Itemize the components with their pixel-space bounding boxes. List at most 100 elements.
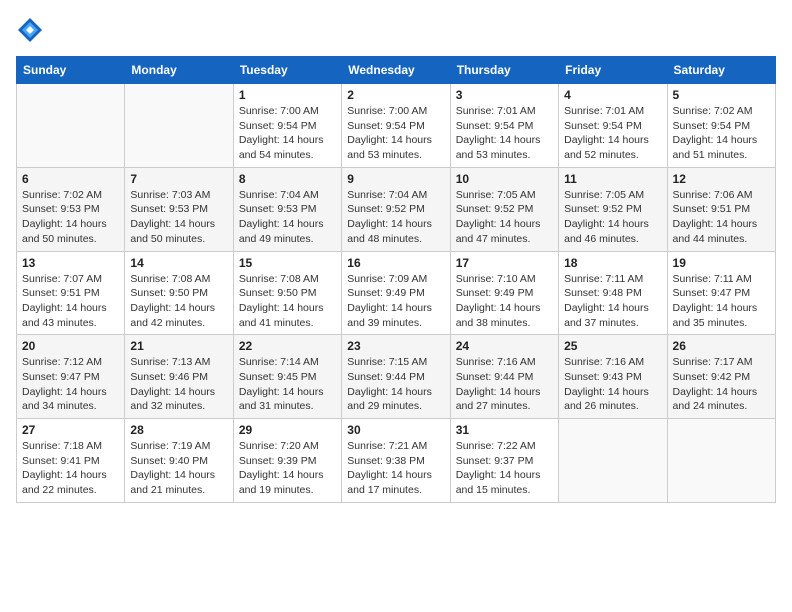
day-info: Sunrise: 7:03 AM Sunset: 9:53 PM Dayligh… [130,188,227,247]
day-info: Sunrise: 7:05 AM Sunset: 9:52 PM Dayligh… [456,188,553,247]
day-info: Sunrise: 7:09 AM Sunset: 9:49 PM Dayligh… [347,272,444,331]
day-number: 28 [130,423,227,437]
day-number: 6 [22,172,119,186]
col-header-tuesday: Tuesday [233,57,341,84]
day-info: Sunrise: 7:14 AM Sunset: 9:45 PM Dayligh… [239,355,336,414]
calendar-cell [125,84,233,168]
col-header-monday: Monday [125,57,233,84]
day-number: 12 [673,172,770,186]
day-number: 16 [347,256,444,270]
day-info: Sunrise: 7:00 AM Sunset: 9:54 PM Dayligh… [239,104,336,163]
day-info: Sunrise: 7:19 AM Sunset: 9:40 PM Dayligh… [130,439,227,498]
calendar-cell: 10 Sunrise: 7:05 AM Sunset: 9:52 PM Dayli… [450,167,558,251]
calendar-table: SundayMondayTuesdayWednesdayThursdayFrid… [16,56,776,503]
day-number: 18 [564,256,661,270]
calendar-week-5: 27 Sunrise: 7:18 AM Sunset: 9:41 PM Dayli… [17,419,776,503]
calendar-week-3: 13 Sunrise: 7:07 AM Sunset: 9:51 PM Dayli… [17,251,776,335]
col-header-saturday: Saturday [667,57,775,84]
day-info: Sunrise: 7:04 AM Sunset: 9:53 PM Dayligh… [239,188,336,247]
day-number: 11 [564,172,661,186]
day-info: Sunrise: 7:06 AM Sunset: 9:51 PM Dayligh… [673,188,770,247]
day-info: Sunrise: 7:02 AM Sunset: 9:53 PM Dayligh… [22,188,119,247]
calendar-week-4: 20Sunrise: 7:12 AM Sunset: 9:47 PM Dayli… [17,335,776,419]
day-info: Sunrise: 7:11 AM Sunset: 9:48 PM Dayligh… [564,272,661,331]
day-number: 10 [456,172,553,186]
day-info: Sunrise: 7:04 AM Sunset: 9:52 PM Dayligh… [347,188,444,247]
day-info: Sunrise: 7:07 AM Sunset: 9:51 PM Dayligh… [22,272,119,331]
calendar-cell: 12 Sunrise: 7:06 AM Sunset: 9:51 PM Dayli… [667,167,775,251]
day-info: Sunrise: 7:15 AM Sunset: 9:44 PM Dayligh… [347,355,444,414]
day-number: 26 [673,339,770,353]
col-header-thursday: Thursday [450,57,558,84]
day-number: 24 [456,339,553,353]
day-info: Sunrise: 7:08 AM Sunset: 9:50 PM Dayligh… [239,272,336,331]
day-number: 20 [22,339,119,353]
calendar-cell: 11 Sunrise: 7:05 AM Sunset: 9:52 PM Dayli… [559,167,667,251]
day-info: Sunrise: 7:17 AM Sunset: 9:42 PM Dayligh… [673,355,770,414]
day-info: Sunrise: 7:20 AM Sunset: 9:39 PM Dayligh… [239,439,336,498]
calendar-cell: 30 Sunrise: 7:21 AM Sunset: 9:38 PM Dayli… [342,419,450,503]
logo [16,16,46,44]
day-number: 3 [456,88,553,102]
calendar-cell: 17 Sunrise: 7:10 AM Sunset: 9:49 PM Dayli… [450,251,558,335]
calendar-cell: 21 Sunrise: 7:13 AM Sunset: 9:46 PM Dayli… [125,335,233,419]
col-header-sunday: Sunday [17,57,125,84]
day-info: Sunrise: 7:22 AM Sunset: 9:37 PM Dayligh… [456,439,553,498]
calendar-cell: 8 Sunrise: 7:04 AM Sunset: 9:53 PM Daylig… [233,167,341,251]
calendar-cell: 16 Sunrise: 7:09 AM Sunset: 9:49 PM Dayli… [342,251,450,335]
day-number: 15 [239,256,336,270]
calendar-cell: 24 Sunrise: 7:16 AM Sunset: 9:44 PM Dayli… [450,335,558,419]
day-number: 31 [456,423,553,437]
calendar-cell: 18 Sunrise: 7:11 AM Sunset: 9:48 PM Dayli… [559,251,667,335]
day-number: 8 [239,172,336,186]
calendar-cell: 5 Sunrise: 7:02 AM Sunset: 9:54 PM Daylig… [667,84,775,168]
calendar-cell: 28 Sunrise: 7:19 AM Sunset: 9:40 PM Dayli… [125,419,233,503]
col-header-wednesday: Wednesday [342,57,450,84]
calendar-cell: 22 Sunrise: 7:14 AM Sunset: 9:45 PM Dayli… [233,335,341,419]
calendar-cell: 3 Sunrise: 7:01 AM Sunset: 9:54 PM Daylig… [450,84,558,168]
day-info: Sunrise: 7:16 AM Sunset: 9:44 PM Dayligh… [456,355,553,414]
day-number: 21 [130,339,227,353]
day-info: Sunrise: 7:02 AM Sunset: 9:54 PM Dayligh… [673,104,770,163]
calendar-cell: 14Sunrise: 7:08 AM Sunset: 9:50 PM Dayli… [125,251,233,335]
col-header-friday: Friday [559,57,667,84]
day-info: Sunrise: 7:13 AM Sunset: 9:46 PM Dayligh… [130,355,227,414]
calendar-cell: 4Sunrise: 7:01 AM Sunset: 9:54 PM Daylig… [559,84,667,168]
day-number: 22 [239,339,336,353]
calendar-cell [667,419,775,503]
calendar-cell: 20Sunrise: 7:12 AM Sunset: 9:47 PM Dayli… [17,335,125,419]
day-info: Sunrise: 7:10 AM Sunset: 9:49 PM Dayligh… [456,272,553,331]
calendar-cell: 31 Sunrise: 7:22 AM Sunset: 9:37 PM Dayli… [450,419,558,503]
day-number: 19 [673,256,770,270]
day-number: 30 [347,423,444,437]
calendar-cell: 29Sunrise: 7:20 AM Sunset: 9:39 PM Dayli… [233,419,341,503]
day-info: Sunrise: 7:18 AM Sunset: 9:41 PM Dayligh… [22,439,119,498]
day-info: Sunrise: 7:21 AM Sunset: 9:38 PM Dayligh… [347,439,444,498]
calendar-cell: 26 Sunrise: 7:17 AM Sunset: 9:42 PM Dayli… [667,335,775,419]
calendar-cell: 9 Sunrise: 7:04 AM Sunset: 9:52 PM Daylig… [342,167,450,251]
day-info: Sunrise: 7:01 AM Sunset: 9:54 PM Dayligh… [564,104,661,163]
calendar-cell: 7Sunrise: 7:03 AM Sunset: 9:53 PM Daylig… [125,167,233,251]
generalblue-logo-icon [16,16,44,44]
calendar-cell [559,419,667,503]
day-info: Sunrise: 7:08 AM Sunset: 9:50 PM Dayligh… [130,272,227,331]
day-info: Sunrise: 7:05 AM Sunset: 9:52 PM Dayligh… [564,188,661,247]
calendar-header-row: SundayMondayTuesdayWednesdayThursdayFrid… [17,57,776,84]
day-number: 2 [347,88,444,102]
day-number: 5 [673,88,770,102]
calendar-cell: 1Sunrise: 7:00 AM Sunset: 9:54 PM Daylig… [233,84,341,168]
calendar-cell: 27 Sunrise: 7:18 AM Sunset: 9:41 PM Dayli… [17,419,125,503]
day-info: Sunrise: 7:11 AM Sunset: 9:47 PM Dayligh… [673,272,770,331]
day-number: 23 [347,339,444,353]
calendar-cell: 6 Sunrise: 7:02 AM Sunset: 9:53 PM Daylig… [17,167,125,251]
calendar-cell [17,84,125,168]
day-info: Sunrise: 7:00 AM Sunset: 9:54 PM Dayligh… [347,104,444,163]
day-number: 25 [564,339,661,353]
day-number: 17 [456,256,553,270]
day-info: Sunrise: 7:16 AM Sunset: 9:43 PM Dayligh… [564,355,661,414]
day-number: 27 [22,423,119,437]
day-number: 13 [22,256,119,270]
calendar-cell: 15 Sunrise: 7:08 AM Sunset: 9:50 PM Dayli… [233,251,341,335]
day-number: 9 [347,172,444,186]
day-info: Sunrise: 7:01 AM Sunset: 9:54 PM Dayligh… [456,104,553,163]
